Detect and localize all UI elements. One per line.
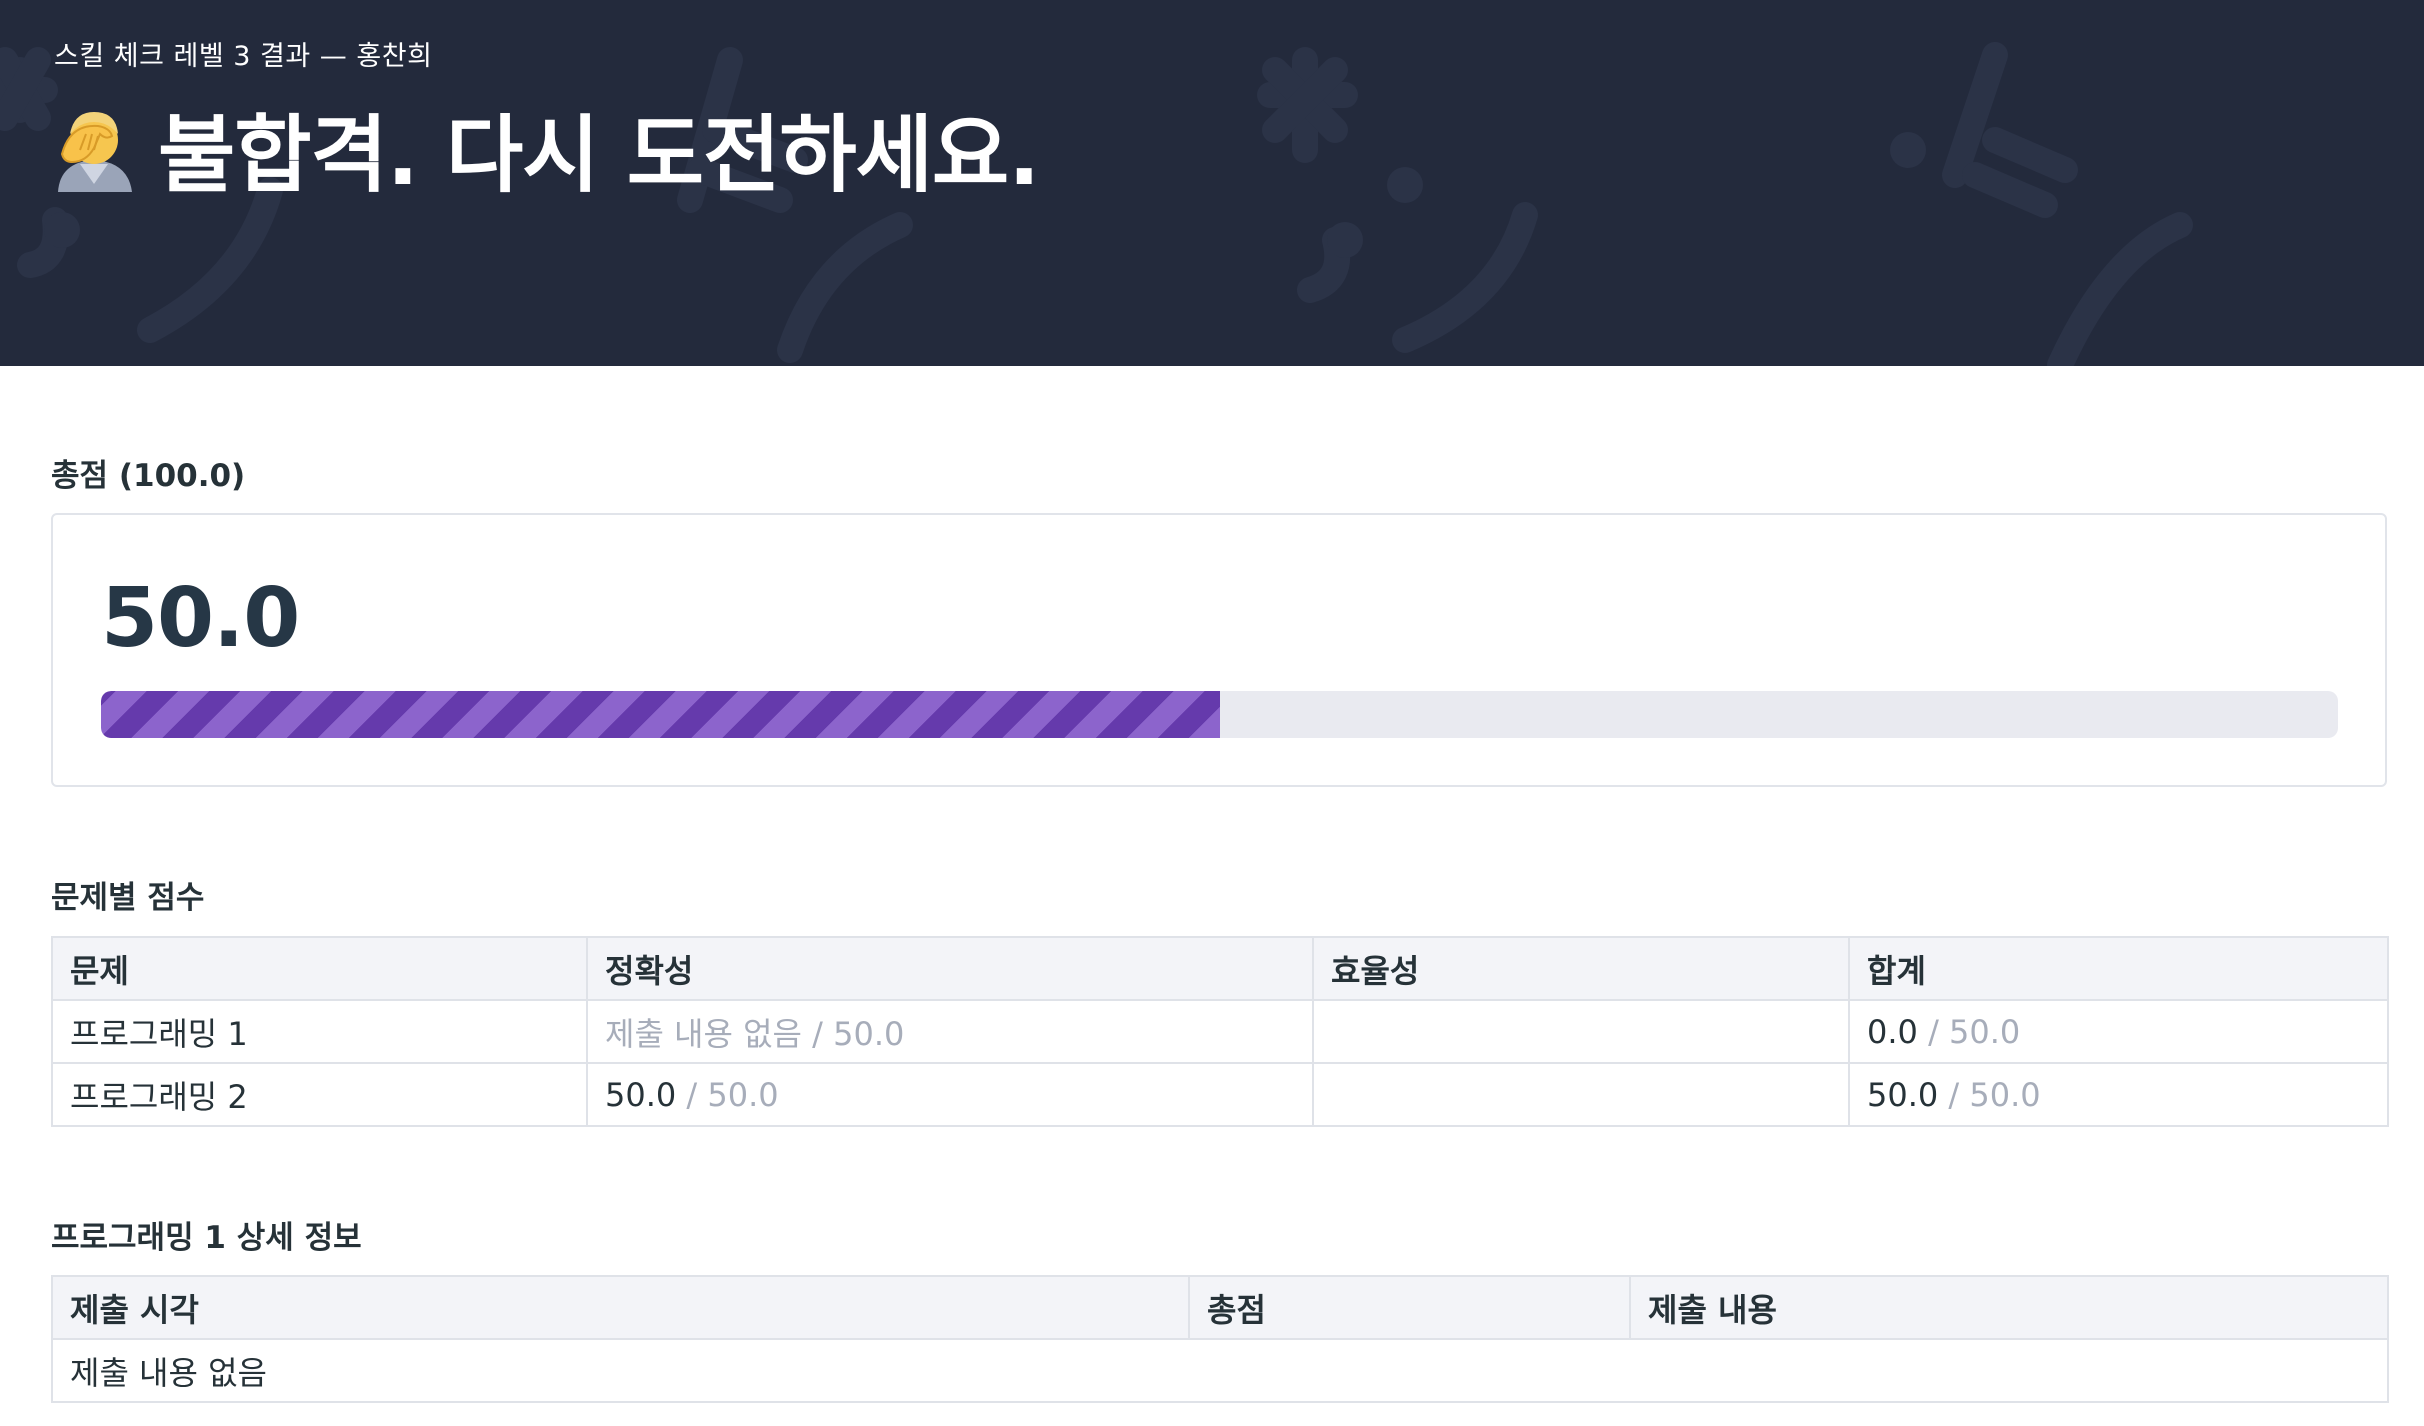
accuracy-score: 제출 내용 없음 / 50.0 (586, 999, 1314, 1064)
efficiency-score (1312, 1062, 1850, 1127)
result-subtitle: 스킬 체크 레벨 3 결과 — 홍찬희 (54, 41, 433, 72)
problem-name: 프로그래밍 1 (51, 999, 588, 1064)
column-header-problem: 문제 (51, 936, 588, 1001)
result-title-row: 불합격. 다시 도전하세요. (50, 88, 1040, 209)
total-score: 50.0 / 50.0 (1848, 1062, 2389, 1127)
score-progress-fill (101, 691, 1220, 738)
facepalm-icon (58, 111, 132, 192)
total-value: 50.0 (1867, 1075, 1939, 1114)
total-score-heading: 총점 (100.0) (51, 458, 246, 494)
total-score-card: 50.0 (51, 513, 2387, 787)
accuracy-max: / 50.0 (676, 1075, 779, 1114)
table-row: 프로그래밍 2 50.0 / 50.0 50.0 / 50.0 (51, 1062, 2389, 1127)
column-header-submitted-at: 제출 시각 (51, 1275, 1190, 1340)
total-max: / 50.0 (1917, 1012, 2021, 1051)
problem-scores-heading: 문제별 점수 (51, 880, 205, 916)
total-max: / 50.0 (1938, 1075, 2041, 1114)
result-title: 불합격. 다시 도전하세요. (158, 106, 1040, 204)
submission-detail-table: 제출 시각 총점 제출 내용 제출 내용 없음 (51, 1275, 2389, 1403)
total-score: 0.0 / 50.0 (1848, 999, 2389, 1064)
table-header-row: 문제 정확성 효율성 합계 (51, 936, 2389, 1001)
problem-scores-table: 문제 정확성 효율성 합계 프로그래밍 1 제출 내용 없음 / 50.0 0.… (51, 936, 2389, 1127)
column-header-accuracy: 정확성 (586, 936, 1314, 1001)
table-header-row: 제출 시각 총점 제출 내용 (51, 1275, 2389, 1340)
column-header-score: 총점 (1188, 1275, 1631, 1340)
column-header-total: 합계 (1848, 936, 2389, 1001)
accuracy-score: 50.0 / 50.0 (586, 1062, 1314, 1127)
column-header-efficiency: 효율성 (1312, 936, 1850, 1001)
column-header-submission-content: 제출 내용 (1629, 1275, 2389, 1340)
score-progress-bar (101, 691, 2338, 738)
empty-submission-message: 제출 내용 없음 (51, 1338, 2389, 1403)
result-header: 스킬 체크 레벨 3 결과 — 홍찬희 불합격. 다시 도전하세요. (0, 0, 2424, 366)
table-row: 프로그래밍 1 제출 내용 없음 / 50.0 0.0 / 50.0 (51, 999, 2389, 1064)
problem-detail-heading: 프로그래밍 1 상세 정보 (51, 1220, 362, 1256)
efficiency-score (1312, 999, 1850, 1064)
accuracy-max: / 50.0 (801, 1014, 905, 1053)
problem-name: 프로그래밍 2 (51, 1062, 588, 1127)
total-score-value: 50.0 (101, 571, 300, 666)
accuracy-value: 제출 내용 없음 (605, 1014, 802, 1053)
accuracy-value: 50.0 (605, 1075, 677, 1114)
table-row: 제출 내용 없음 (51, 1338, 2389, 1403)
total-value: 0.0 (1867, 1012, 1918, 1051)
